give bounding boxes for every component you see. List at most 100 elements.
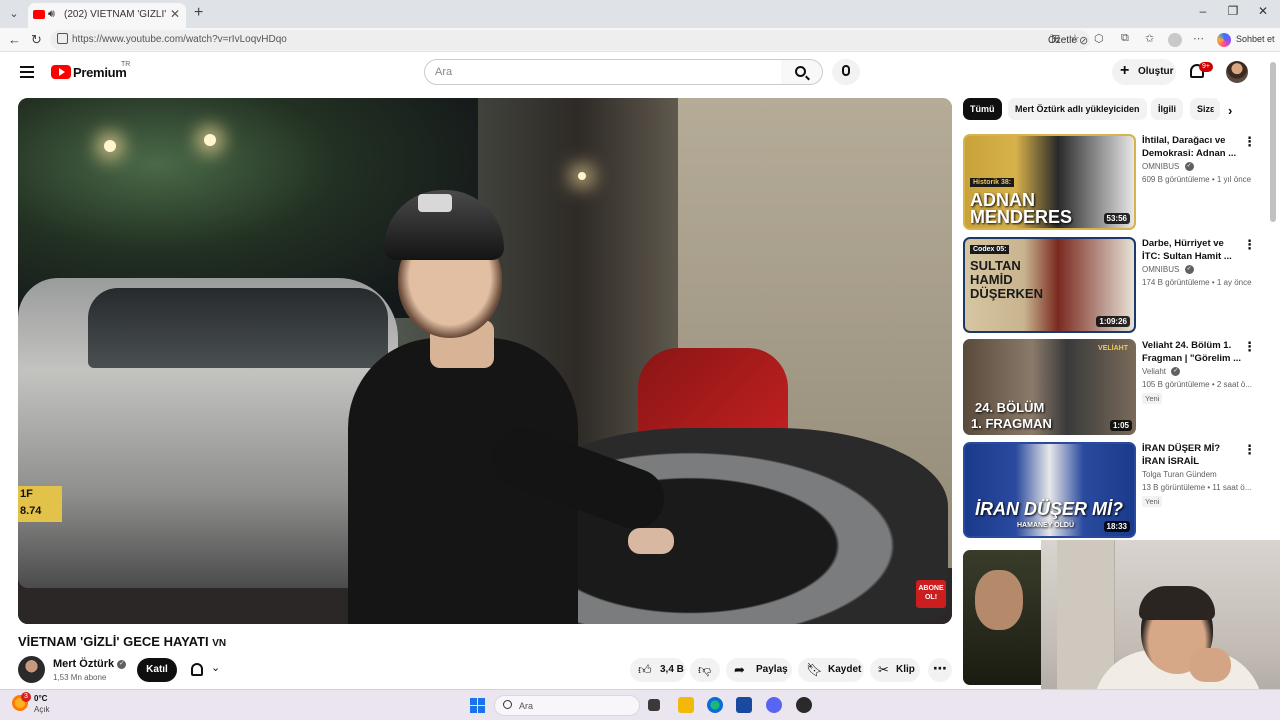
recommendation-item[interactable]: İRAN DÜŞER Mİ? HAMANEY ÖLDÜ 18:33 İRAN D… <box>963 442 1263 538</box>
badge-line-2: OL! <box>924 594 938 601</box>
store-icon[interactable] <box>736 697 752 713</box>
chip-from-uploader[interactable]: Mert Öztürk adlı yükleyiciden <box>1008 98 1147 120</box>
thumbnail-text: MENDERES <box>970 207 1073 227</box>
subscribe-overlay-badge[interactable]: ABONE OL! <box>916 580 946 608</box>
copilot-chat-button[interactable]: Sohbet et <box>1236 34 1275 44</box>
new-tab-icon[interactable]: + <box>194 4 203 22</box>
save-button[interactable]: 🔖︎ Kaydet <box>798 658 864 682</box>
share-icon: ➦ <box>734 662 745 677</box>
search-button[interactable] <box>781 59 823 85</box>
recommendation-item[interactable]: VELİAHT 24. BÖLÜM 1. FRAGMAN 1:05 Veliah… <box>963 339 1263 435</box>
more-actions-button[interactable]: ⋯ <box>928 658 952 682</box>
app-icon[interactable] <box>796 697 812 713</box>
subscription-bell-button[interactable]: ⌄ <box>183 658 229 682</box>
copilot-icon[interactable] <box>1217 33 1231 47</box>
windows-start-icon[interactable] <box>470 698 485 713</box>
recommendation-channel[interactable]: Veliaht ✓ <box>1142 367 1181 377</box>
recommendation-channel[interactable]: OMNIBUS ✓ <box>1142 162 1194 172</box>
youtube-brand[interactable]: Premium <box>73 65 127 80</box>
channel-name[interactable]: Mert Öztürk ✓ <box>53 658 127 670</box>
recommendation-channel[interactable]: Tolga Turan Gündem <box>1142 470 1217 479</box>
youtube-logo-icon[interactable] <box>51 65 71 79</box>
more-options-icon[interactable]: ⋮ <box>1243 237 1256 253</box>
region-code: TR <box>121 61 131 68</box>
address-bar: ← ↻ https://www.youtube.com/watch?v=rIvL… <box>0 28 1280 52</box>
video-duration: 18:33 <box>1103 521 1130 532</box>
recommendation-title[interactable]: Veliaht 24. Bölüm 1. Fragman | "Görelim … <box>1142 339 1242 365</box>
verified-icon: ✓ <box>1184 162 1194 172</box>
favorite-star-icon[interactable]: ☆ <box>1070 32 1080 45</box>
recommendation-thumbnail[interactable]: Historik 38: ADNAN MENDERES 53:56 <box>963 134 1136 230</box>
webcam-person-hand <box>1189 648 1231 682</box>
search-box[interactable] <box>424 59 782 85</box>
join-button[interactable]: Katıl <box>137 658 177 682</box>
dislike-button[interactable]: 👎︎ <box>690 658 720 682</box>
file-explorer-icon[interactable] <box>678 697 694 713</box>
thumbnail-tag: Codex 05: <box>970 245 1010 254</box>
back-icon[interactable]: ← <box>8 32 21 47</box>
taskbar-search[interactable]: Ara <box>494 695 640 716</box>
microphone-icon <box>842 65 850 76</box>
refresh-icon[interactable]: ↻ <box>31 32 42 48</box>
badge-line-1: ABONE <box>918 585 944 592</box>
chip-for-you[interactable]: Sizε <box>1190 98 1220 120</box>
recommendation-title[interactable]: İhtilal, Darağacı ve Demokrasi: Adnan ..… <box>1142 134 1242 160</box>
clip-button[interactable]: ✂ Klip <box>870 658 920 682</box>
channel-text[interactable]: OMNIBUS <box>1142 162 1179 171</box>
recommendation-thumbnail[interactable]: Codex 05: SULTAN HAMİD DÜŞERKEN 1:09:26 <box>963 237 1136 333</box>
more-options-icon[interactable]: ⋮ <box>1243 134 1256 150</box>
weather-condition[interactable]: Açık <box>34 705 50 714</box>
video-player[interactable]: 1F 8.74 ABONE OL! <box>18 98 952 624</box>
favorites-icon[interactable]: ✩ <box>1145 32 1154 45</box>
recommendation-title[interactable]: Darbe, Hürriyet ve İTC: Sultan Hamit ... <box>1142 237 1242 263</box>
menu-icon[interactable] <box>20 66 34 78</box>
verified-icon: ✓ <box>1184 265 1194 275</box>
chip-all[interactable]: Tümü <box>963 98 1002 120</box>
like-button[interactable]: 👍︎ 3,4 B <box>630 658 686 682</box>
extensions-icon[interactable]: ⬡ <box>1094 32 1104 45</box>
recommendation-thumbnail[interactable]: VELİAHT 24. BÖLÜM 1. FRAGMAN 1:05 <box>963 339 1136 435</box>
page-scrollbar[interactable] <box>1270 62 1276 222</box>
minimize-icon[interactable]: – <box>1193 4 1213 18</box>
channel-text[interactable]: Veliaht <box>1142 367 1166 376</box>
recommendation-thumbnail[interactable]: İRAN DÜŞER Mİ? HAMANEY ÖLDÜ 18:33 <box>963 442 1136 538</box>
recommendation-channel[interactable]: OMNIBUS ✓ <box>1142 265 1194 275</box>
more-options-icon[interactable]: ⋮ <box>1243 442 1256 458</box>
search-input[interactable] <box>435 64 765 80</box>
create-button[interactable]: + Oluştur <box>1112 59 1176 85</box>
channel-name-text[interactable]: Mert Öztürk <box>53 658 114 670</box>
share-button[interactable]: ➦ Paylaş <box>726 658 792 682</box>
chip-related[interactable]: İlgili <box>1151 98 1183 120</box>
window-close-icon[interactable]: ✕ <box>1253 4 1273 18</box>
discord-icon[interactable] <box>766 697 782 713</box>
edge-browser-icon[interactable] <box>707 697 723 713</box>
tab-list-chevron-icon[interactable]: ⌄ <box>6 6 22 22</box>
channel-avatar[interactable] <box>18 656 45 683</box>
browser-tab-active[interactable]: 🔊︎ (202) VİETNAM 'GİZLİ' GECE HAYATI ✕ <box>28 3 186 28</box>
red-motorbike <box>638 348 788 438</box>
recommendation-item[interactable]: Historik 38: ADNAN MENDERES 53:56 İhtila… <box>963 134 1263 230</box>
weather-temperature[interactable]: 0°C <box>34 694 47 703</box>
account-avatar[interactable] <box>1226 61 1248 83</box>
site-info-icon[interactable] <box>57 33 68 44</box>
voice-search-button[interactable] <box>832 59 860 85</box>
restore-icon[interactable]: ❐ <box>1223 4 1243 18</box>
summarize-icon[interactable]: ⊘ <box>1079 34 1088 47</box>
recommendation-thumbnail-partial[interactable] <box>963 550 1041 685</box>
recommendation-title[interactable]: İRAN DÜŞER Mİ? İRAN İSRAİL SAVAŞI... <box>1142 442 1242 468</box>
settings-more-icon[interactable]: ⋯ <box>1193 32 1204 45</box>
youtube-favicon-icon <box>33 10 45 19</box>
close-tab-icon[interactable]: ✕ <box>170 7 180 21</box>
channel-text[interactable]: OMNIBUS <box>1142 265 1179 274</box>
url-text[interactable]: https://www.youtube.com/watch?v=rIvLoqvH… <box>72 34 287 45</box>
chevron-right-icon[interactable]: › <box>1228 103 1232 118</box>
split-screen-icon[interactable]: ⧉ <box>1121 32 1129 45</box>
task-view-icon[interactable] <box>648 699 660 711</box>
audio-playing-icon[interactable]: 🔊︎ <box>48 8 55 21</box>
apps-icon[interactable]: ⊞ <box>1051 32 1060 45</box>
more-options-icon[interactable]: ⋮ <box>1243 339 1256 355</box>
plate-line-2: 8.74 <box>20 505 42 517</box>
url-field[interactable]: https://www.youtube.com/watch?v=rIvLoqvH… <box>50 30 1090 50</box>
recommendation-item[interactable]: Codex 05: SULTAN HAMİD DÜŞERKEN 1:09:26 … <box>963 237 1263 333</box>
browser-profile-icon[interactable] <box>1168 33 1182 47</box>
